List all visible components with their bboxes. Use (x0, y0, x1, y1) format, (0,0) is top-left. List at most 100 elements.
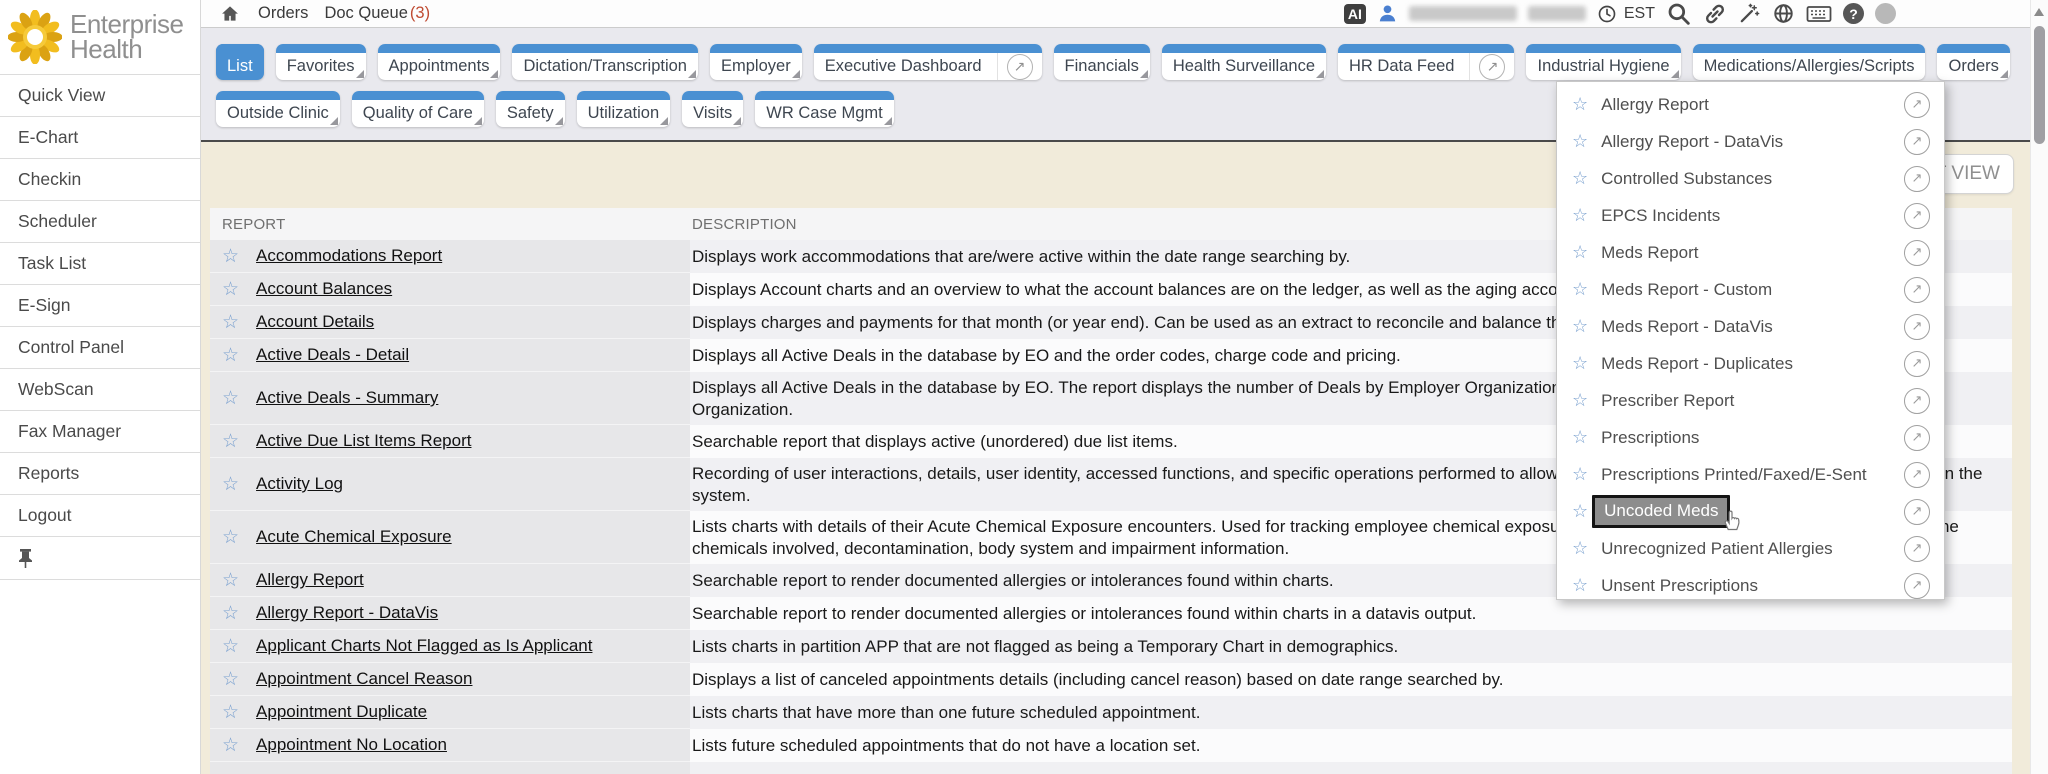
tab[interactable]: Favorites (276, 44, 366, 80)
ai-badge[interactable]: AI (1344, 4, 1366, 24)
tab[interactable]: Outside Clinic (216, 91, 340, 127)
favorite-star-icon[interactable]: ☆ (1572, 131, 1588, 152)
sidebar-item[interactable]: Fax Manager (0, 411, 200, 453)
report-link[interactable]: Allergy Report (256, 570, 364, 590)
favorite-star-icon[interactable]: ☆ (222, 635, 239, 657)
report-link[interactable]: Accommodations Report (256, 246, 442, 266)
column-header-report[interactable]: REPORT (210, 216, 690, 233)
scroll-up-arrow[interactable] (2034, 8, 2044, 16)
tab[interactable]: Financials (1054, 44, 1150, 80)
menu-item[interactable]: ☆ Unsent Prescriptions ↗ (1557, 567, 1944, 604)
vertical-scrollbar[interactable] (2030, 0, 2048, 774)
report-link[interactable]: Applicant Charts Not Flagged as Is Appli… (256, 636, 592, 656)
favorite-star-icon[interactable]: ☆ (222, 430, 239, 452)
sidebar-item[interactable]: Control Panel (0, 327, 200, 369)
favorite-star-icon[interactable]: ☆ (222, 311, 239, 333)
favorite-star-icon[interactable]: ☆ (1572, 538, 1588, 559)
report-link[interactable]: Appointment Duplicate (256, 702, 427, 722)
menu-item[interactable]: ☆ Allergy Report ↗ (1557, 86, 1944, 123)
sidebar-item[interactable]: Quick View (0, 75, 200, 117)
favorite-star-icon[interactable]: ☆ (1572, 390, 1588, 411)
sidebar-pin-row[interactable] (0, 537, 200, 580)
sidebar-item[interactable]: Task List (0, 243, 200, 285)
scroll-thumb[interactable] (2034, 26, 2045, 144)
tab[interactable]: Appointments (378, 44, 501, 80)
open-report-arrow-icon[interactable]: ↗ (1904, 462, 1930, 488)
favorite-star-icon[interactable]: ☆ (222, 278, 239, 300)
tab[interactable]: Safety (496, 91, 565, 127)
menu-item[interactable]: ☆ Meds Report - Custom ↗ (1557, 271, 1944, 308)
globe-icon[interactable] (1772, 2, 1795, 25)
report-link[interactable]: Acute Chemical Exposure (256, 527, 452, 547)
favorite-star-icon[interactable]: ☆ (1572, 353, 1588, 374)
menu-item[interactable]: ☆ EPCS Incidents ↗ (1557, 197, 1944, 234)
menu-item[interactable]: ☆ Prescriptions Printed/Faxed/E-Sent ↗ (1557, 456, 1944, 493)
open-report-arrow-icon[interactable]: ↗ (1904, 499, 1930, 525)
tab[interactable]: HR Data Feed ↗ (1338, 44, 1514, 80)
menu-item[interactable]: ☆ Allergy Report - DataVis ↗ (1557, 123, 1944, 160)
sidebar-item[interactable]: WebScan (0, 369, 200, 411)
menu-item[interactable]: ☆ Meds Report ↗ (1557, 234, 1944, 271)
open-report-arrow-icon[interactable]: ↗ (1904, 277, 1930, 303)
sidebar-item[interactable]: Scheduler (0, 201, 200, 243)
menu-item[interactable]: ☆ Unrecognized Patient Allergies ↗ (1557, 530, 1944, 567)
favorite-star-icon[interactable]: ☆ (222, 473, 239, 495)
sidebar-item[interactable]: Reports (0, 453, 200, 495)
user-icon[interactable] (1377, 3, 1398, 24)
open-report-arrow-icon[interactable]: ↗ (1904, 203, 1930, 229)
favorite-star-icon[interactable]: ☆ (222, 701, 239, 723)
favorite-star-icon[interactable]: ☆ (1572, 427, 1588, 448)
favorite-star-icon[interactable]: ☆ (222, 734, 239, 756)
tab[interactable]: List (216, 44, 264, 80)
keyboard-icon[interactable] (1806, 4, 1832, 24)
enterprise-health-logo[interactable]: /* petals drawn below via JS-free static… (0, 0, 200, 72)
open-report-arrow-icon[interactable]: ↗ (1904, 166, 1930, 192)
tab[interactable]: Dictation/Transcription (512, 44, 698, 80)
tab[interactable]: Executive Dashboard ↗ (814, 44, 1042, 80)
report-link[interactable]: Appointment Cancel Reason (256, 669, 472, 689)
favorite-star-icon[interactable]: ☆ (222, 344, 239, 366)
open-report-arrow-icon[interactable]: ↗ (1904, 536, 1930, 562)
sidebar-item[interactable]: E-Chart (0, 117, 200, 159)
search-icon[interactable] (1666, 1, 1692, 27)
breadcrumb-orders[interactable]: Orders (258, 4, 308, 23)
favorite-star-icon[interactable]: ☆ (222, 668, 239, 690)
tab[interactable]: Quality of Care (352, 91, 484, 127)
favorite-star-icon[interactable]: ☆ (1572, 464, 1588, 485)
menu-item[interactable]: ☆ Controlled Substances ↗ (1557, 160, 1944, 197)
favorite-star-icon[interactable]: ☆ (1572, 501, 1588, 522)
favorite-star-icon[interactable]: ☆ (1572, 94, 1588, 115)
open-report-arrow-icon[interactable]: ↗ (1904, 240, 1930, 266)
report-link[interactable]: Account Details (256, 312, 374, 332)
report-link[interactable]: Active Deals - Summary (256, 388, 438, 408)
favorite-star-icon[interactable]: ☆ (1572, 168, 1588, 189)
report-link[interactable]: Activity Log (256, 474, 343, 494)
tab[interactable]: Employer (710, 44, 802, 80)
open-report-arrow-icon[interactable]: ↗ (1904, 388, 1930, 414)
favorite-star-icon[interactable]: ☆ (222, 387, 239, 409)
favorite-star-icon[interactable]: ☆ (222, 602, 239, 624)
external-link-icon[interactable]: ↗ (1479, 54, 1505, 80)
favorite-star-icon[interactable]: ☆ (1572, 316, 1588, 337)
favorite-star-icon[interactable]: ☆ (1572, 242, 1588, 263)
tab[interactable]: Orders (1937, 44, 2009, 80)
open-report-arrow-icon[interactable]: ↗ (1904, 314, 1930, 340)
report-link[interactable]: Active Deals - Detail (256, 345, 409, 365)
favorite-star-icon[interactable]: ☆ (222, 569, 239, 591)
sidebar-item[interactable]: E-Sign (0, 285, 200, 327)
open-report-arrow-icon[interactable]: ↗ (1904, 129, 1930, 155)
open-report-arrow-icon[interactable]: ↗ (1904, 351, 1930, 377)
report-link[interactable]: Account Balances (256, 279, 392, 299)
menu-item[interactable]: ☆ Meds Report - DataVis ↗ (1557, 308, 1944, 345)
tab[interactable]: Health Surveillance (1162, 44, 1326, 80)
menu-item[interactable]: ☆ Prescriptions ↗ (1557, 419, 1944, 456)
favorite-star-icon[interactable]: ☆ (1572, 575, 1588, 596)
tab[interactable]: WR Case Mgmt (755, 91, 893, 127)
wand-icon[interactable] (1738, 2, 1761, 25)
open-report-arrow-icon[interactable]: ↗ (1904, 425, 1930, 451)
menu-item[interactable]: ☆ Uncoded Meds ↗ (1557, 493, 1944, 530)
favorite-star-icon[interactable]: ☆ (1572, 279, 1588, 300)
home-icon[interactable] (220, 4, 240, 23)
open-report-arrow-icon[interactable]: ↗ (1904, 92, 1930, 118)
open-report-arrow-icon[interactable]: ↗ (1904, 573, 1930, 599)
